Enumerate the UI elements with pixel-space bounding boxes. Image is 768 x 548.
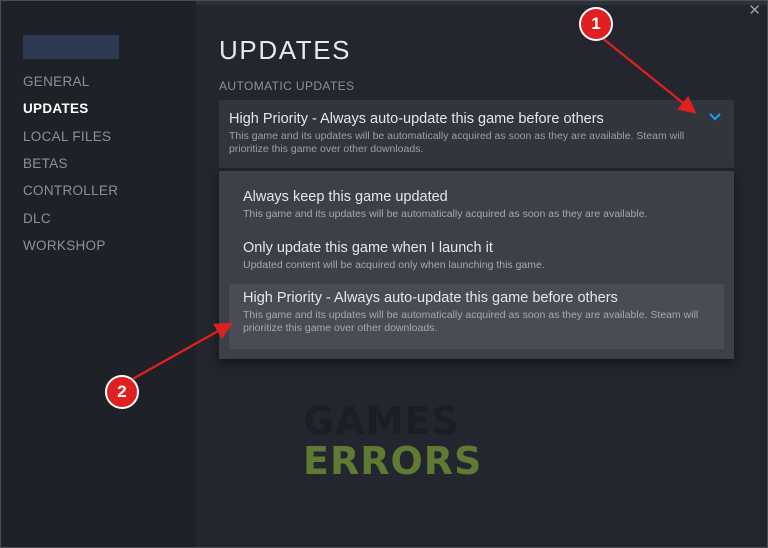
sidebar: GENERAL UPDATES LOCAL FILES BETAS CONTRO… (1, 1, 196, 547)
sidebar-item-general[interactable]: GENERAL (23, 74, 90, 89)
sidebar-item-updates[interactable]: UPDATES (23, 101, 89, 116)
option-title: Always keep this game updated (243, 189, 448, 205)
option-title: Only update this game when I launch it (243, 240, 493, 256)
option-description: This game and its updates will be automa… (243, 208, 648, 220)
close-icon[interactable]: ✕ (748, 1, 761, 19)
sidebar-item-local-files[interactable]: LOCAL FILES (23, 129, 111, 144)
game-title-blurred (23, 35, 119, 59)
option-always-keep-updated[interactable]: Always keep this game updated This game … (229, 183, 724, 233)
sidebar-item-betas[interactable]: BETAS (23, 156, 68, 171)
option-high-priority[interactable]: High Priority - Always auto-update this … (229, 284, 724, 349)
sidebar-item-controller[interactable]: CONTROLLER (23, 183, 118, 198)
dropdown-selected-title: High Priority - Always auto-update this … (229, 111, 604, 127)
annotation-badge-2: 2 (105, 375, 139, 409)
section-label-automatic-updates: AUTOMATIC UPDATES (219, 79, 355, 93)
dropdown-selected-description: This game and its updates will be automa… (229, 130, 685, 155)
annotation-badge-1: 1 (579, 7, 613, 41)
watermark-line-errors: ERRORS (303, 439, 483, 483)
sidebar-item-workshop[interactable]: WORKSHOP (23, 238, 106, 253)
chevron-down-icon[interactable] (708, 112, 722, 122)
steam-properties-window: ✕ GENERAL UPDATES LOCAL FILES BETAS CONT… (0, 0, 768, 548)
option-update-on-launch[interactable]: Only update this game when I launch it U… (229, 234, 724, 284)
sidebar-item-dlc[interactable]: DLC (23, 211, 51, 226)
page-title: UPDATES (219, 35, 352, 65)
watermark-logo: GAMES ERRORS (303, 401, 482, 481)
automatic-updates-dropdown[interactable]: High Priority - Always auto-update this … (219, 100, 734, 168)
option-title: High Priority - Always auto-update this … (243, 290, 618, 306)
watermark-line-games: GAMES (303, 399, 460, 443)
option-description: Updated content will be acquired only wh… (243, 259, 545, 271)
option-description: This game and its updates will be automa… (243, 309, 699, 334)
dropdown-menu: Always keep this game updated This game … (219, 171, 734, 359)
